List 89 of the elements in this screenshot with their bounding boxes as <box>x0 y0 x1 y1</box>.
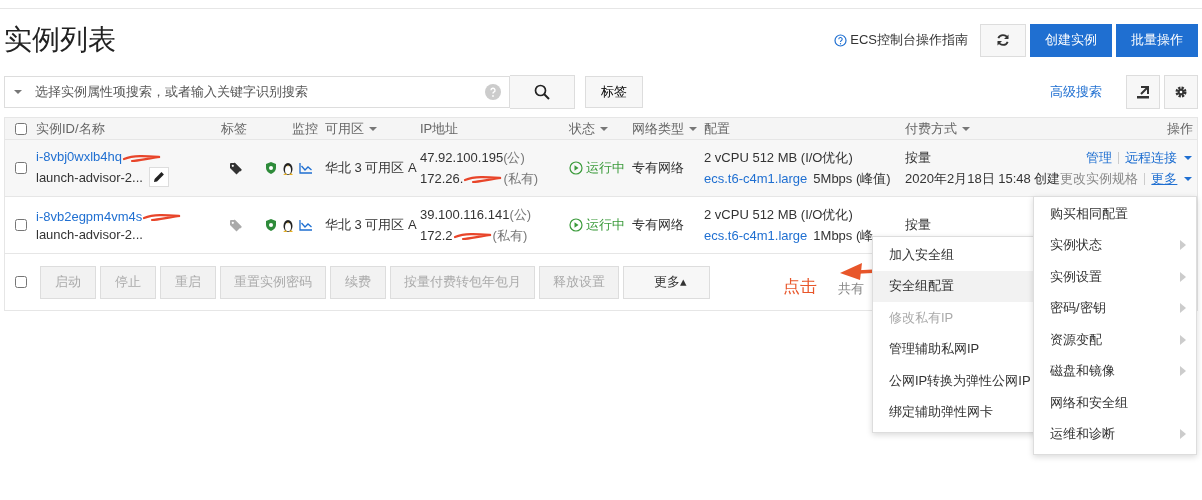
pencil-icon <box>152 171 165 183</box>
instance-name: launch-advisor-2... <box>36 226 143 242</box>
annotation-text: 点击 <box>783 276 817 298</box>
instance-id-link[interactable]: i-8vbj0wxlb4hq <box>36 149 122 164</box>
export-icon <box>1136 85 1150 99</box>
network-type: 专有网络 <box>632 216 685 234</box>
chart-icon[interactable] <box>299 162 313 174</box>
instance-type-link[interactable]: ecs.t6-c4m1.large <box>704 228 808 243</box>
zone-text: 华北 3 可用区 A <box>325 159 418 177</box>
menu-item[interactable]: 购买相同配置 <box>1034 198 1196 230</box>
caret-icon <box>961 124 971 133</box>
column-header: 网络类型 <box>632 119 684 138</box>
tag-icon[interactable] <box>229 161 245 175</box>
checkbox[interactable] <box>14 219 27 231</box>
ip-suffix: (公) <box>503 149 525 165</box>
search-button[interactable] <box>510 75 575 109</box>
search-field[interactable]: 选择实例属性项搜索，或者输入关键字识别搜索 <box>4 76 510 108</box>
total-count: 共有 <box>838 280 864 298</box>
chart-icon[interactable] <box>299 219 313 231</box>
column-header: 状态 <box>569 119 595 138</box>
public-ip: 47.92.100.195 <box>420 149 504 165</box>
ip-suffix: (公) <box>509 206 532 222</box>
column-header: 付费方式 <box>905 119 957 138</box>
menu-item[interactable]: 运维和诊断 <box>1034 418 1196 450</box>
guide-link[interactable]: ECS控制台操作指南 <box>850 31 968 49</box>
billing-text: 按量 <box>905 216 931 234</box>
primary-button[interactable]: 创建实例 <box>1030 23 1112 57</box>
advanced-search-link[interactable]: 高级搜索 <box>1050 83 1102 101</box>
column-header: 配置 <box>704 119 730 138</box>
menu-item[interactable]: 网络和安全组 <box>1034 387 1196 419</box>
menu-item[interactable]: 资源变配 <box>1034 324 1196 356</box>
menu-item[interactable]: 磁盘和镜像 <box>1034 355 1196 387</box>
column-header: 实例ID/名称 <box>36 119 105 138</box>
edit-button[interactable] <box>148 167 169 187</box>
tag-button[interactable]: 标签 <box>585 76 643 108</box>
caret-icon <box>1183 153 1194 162</box>
instance-type-link[interactable]: ecs.t6-c4m1.large <box>704 171 808 186</box>
help-icon <box>485 84 501 100</box>
action-link[interactable]: 管理 <box>1086 148 1113 167</box>
public-ip: 39.100.116.141 <box>420 206 510 222</box>
instance-name: launch-advisor-2... <box>36 169 143 185</box>
network-type: 专有网络 <box>632 159 685 177</box>
caret-icon <box>1183 174 1194 183</box>
column-header: 操作 <box>1167 119 1193 138</box>
column-header: 标签 <box>221 119 247 138</box>
penguin-icon <box>281 160 295 176</box>
column-header: 可用区 <box>325 119 364 138</box>
checkbox[interactable] <box>14 122 27 135</box>
shield-icon <box>265 218 277 232</box>
help-icon <box>834 33 848 47</box>
caret-icon <box>13 88 23 96</box>
caret-icon <box>368 124 378 133</box>
menu-item[interactable]: 实例状态 <box>1034 229 1196 261</box>
ip-suffix: (私有) <box>503 170 539 186</box>
ip-suffix: (私有) <box>492 227 528 243</box>
created-time: 2020年2月18日 15:48 创建 <box>905 169 1061 188</box>
settings-icon <box>1174 85 1188 99</box>
action-link[interactable]: 远程连接 <box>1125 148 1178 167</box>
refresh-button[interactable] <box>980 23 1026 57</box>
column-header: IP地址 <box>420 119 459 138</box>
checkbox[interactable] <box>14 276 27 288</box>
refresh-icon <box>996 33 1010 47</box>
column-header: 监控 <box>292 119 318 138</box>
private-ip: 172.26. <box>420 170 464 186</box>
play-icon <box>569 161 583 175</box>
more-link[interactable]: 更多 <box>1151 169 1178 188</box>
export-button[interactable] <box>1126 75 1160 109</box>
settings-button[interactable] <box>1164 75 1198 109</box>
primary-button[interactable]: 批量操作 <box>1116 23 1198 57</box>
caret-icon <box>599 124 609 133</box>
bandwidth-text: 5Mbps (峰值) <box>813 169 891 188</box>
private-ip: 172.2 <box>420 227 453 243</box>
status-text: 运行中 <box>586 216 625 234</box>
caret-icon <box>688 124 698 133</box>
bandwidth-text: 1Mbps (峰 <box>813 226 874 245</box>
search-icon <box>534 84 550 100</box>
play-icon <box>569 218 583 232</box>
page-title: 实例列表 <box>4 23 116 57</box>
penguin-icon <box>281 217 295 233</box>
status-text: 运行中 <box>586 159 625 177</box>
instance-id-link[interactable]: i-8vb2egpm4vm4s <box>36 208 143 224</box>
billing-text: 按量 <box>905 148 931 167</box>
action-button[interactable]: 更多▴ <box>623 265 710 299</box>
spec-text: 2 vCPU 512 MB (I/O优化) <box>704 148 854 167</box>
checkbox[interactable] <box>14 162 27 174</box>
zone-text: 华北 3 可用区 A <box>325 216 418 234</box>
shield-icon <box>265 161 277 175</box>
action-link[interactable]: 更改实例规格 <box>1060 169 1139 188</box>
spec-text: 2 vCPU 512 MB (I/O优化) <box>704 205 854 224</box>
